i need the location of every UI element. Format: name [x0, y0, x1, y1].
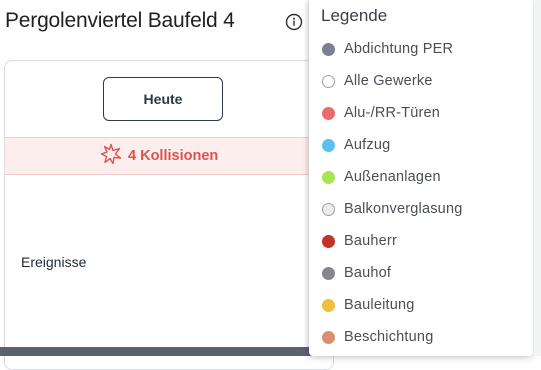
collision-count-label: 4 Kollisionen — [128, 148, 219, 164]
legend-item[interactable]: Außenanlagen — [309, 161, 533, 193]
header: Pergolenviertel Baufeld 4 — [0, 0, 310, 46]
collision-banner[interactable]: 4 Kollisionen — [5, 137, 335, 175]
legend-item-label: Aufzug — [344, 137, 391, 153]
legend-swatch — [322, 234, 335, 248]
legend-swatch — [322, 202, 335, 216]
legend-item[interactable]: Alle Gewerke — [309, 65, 533, 97]
legend-swatch — [322, 266, 335, 280]
legend-item-label: Bauhof — [344, 265, 392, 281]
legend-item[interactable]: Alu-/RR-Türen — [309, 97, 533, 129]
page-scroll-edge — [534, 0, 541, 356]
legend-item-label: Außenanlagen — [344, 169, 441, 185]
legend-title: Legende — [321, 6, 388, 25]
legend-item[interactable]: Abdichtung PER — [309, 33, 533, 65]
page-title: Pergolenviertel Baufeld 4 — [5, 9, 235, 32]
info-icon[interactable] — [284, 12, 304, 32]
timeline-footer-strip — [0, 347, 315, 356]
legend-item[interactable]: Bauherr — [309, 225, 533, 257]
legend-item[interactable]: Bauhof — [309, 257, 533, 289]
legend-item[interactable]: Balkonverglasung — [309, 193, 533, 225]
legend-item-label: Bauherr — [344, 233, 397, 249]
legend-item-label: Bauleitung — [344, 297, 415, 313]
legend-swatch — [322, 298, 335, 312]
legend-swatch — [322, 106, 335, 120]
legend-swatch — [322, 170, 335, 184]
legend-swatch — [322, 74, 335, 88]
events-row-label: Ereignisse — [21, 254, 87, 270]
legend-item-label: Alle Gewerke — [344, 73, 433, 89]
legend-item[interactable]: Beschichtung — [309, 321, 533, 353]
legend-item[interactable]: Bauleitung — [309, 289, 533, 321]
collision-content: 4 Kollisionen — [100, 138, 218, 174]
collision-burst-icon — [100, 143, 122, 170]
legend-item-label: Alu-/RR-Türen — [344, 105, 441, 121]
legend-swatch — [322, 138, 335, 152]
legend-item-label: Balkonverglasung — [344, 201, 463, 217]
legend-item-label: Beschichtung — [344, 329, 434, 345]
legend-list: Abdichtung PER Alle Gewerke Alu-/RR-Türe… — [309, 33, 533, 353]
legend-panel: Legende Abdichtung PER Alle Gewerke Alu-… — [309, 0, 533, 356]
legend-swatch — [322, 42, 335, 56]
legend-item[interactable]: Aufzug — [309, 129, 533, 161]
today-button[interactable]: Heute — [103, 77, 223, 121]
legend-swatch — [322, 330, 335, 344]
legend-item-label: Abdichtung PER — [344, 41, 454, 57]
